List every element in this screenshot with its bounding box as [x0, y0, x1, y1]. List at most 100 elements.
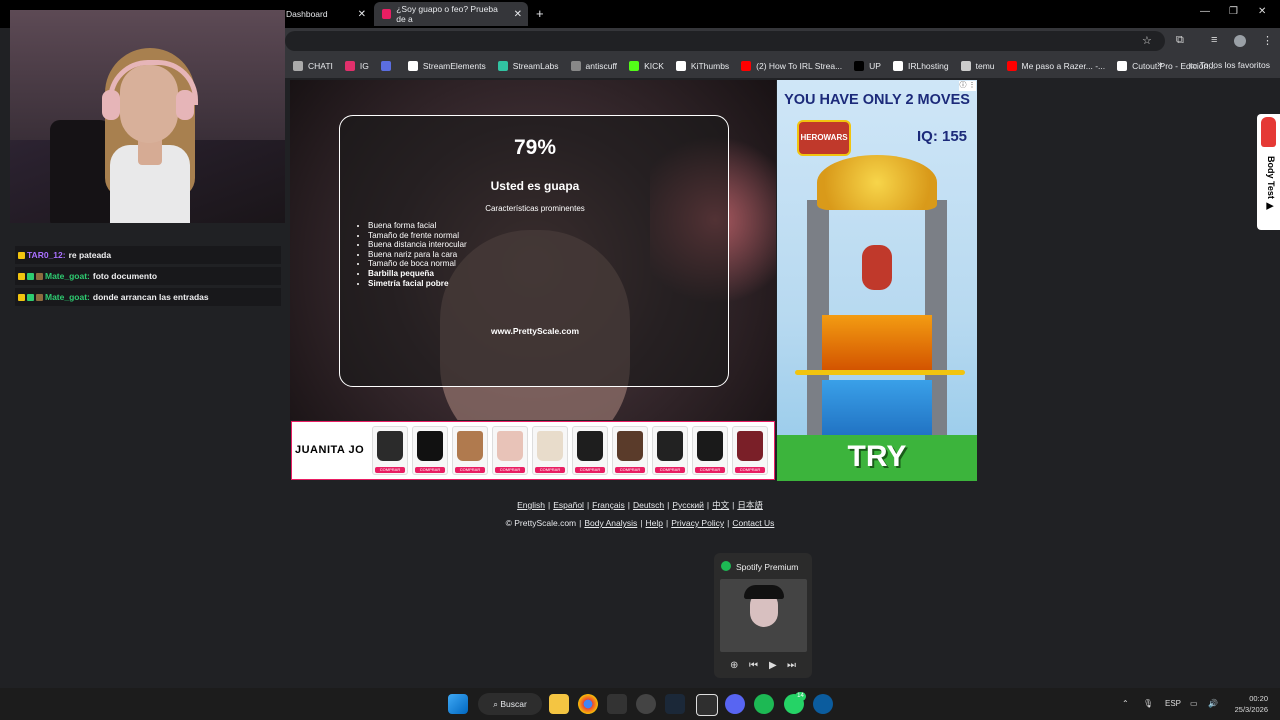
chevron-more-icon[interactable]: » — [1157, 59, 1163, 70]
body-test-widget[interactable]: Body Test ▶ — [1257, 114, 1280, 230]
bookmark-label: CHATI — [308, 61, 333, 71]
bookmark-item[interactable]: temu — [960, 61, 995, 71]
bookmark-icon — [960, 61, 971, 71]
app-c-icon[interactable] — [813, 694, 833, 714]
buy-button[interactable]: COMPRAR — [575, 467, 605, 473]
bookmark-item[interactable]: IRLhosting — [892, 61, 949, 71]
brand-name[interactable]: JUANITA JO — [295, 444, 364, 456]
address-bar[interactable] — [285, 31, 1165, 51]
previous-icon[interactable]: ⏮ — [749, 660, 758, 671]
capcut-icon[interactable] — [607, 694, 627, 714]
microphone-icon[interactable]: 🎙 — [1143, 699, 1153, 708]
language-link[interactable]: Español — [553, 500, 584, 510]
steam-icon[interactable] — [665, 694, 685, 714]
bookmark-item[interactable]: IG — [344, 61, 369, 71]
buy-button[interactable]: COMPRAR — [655, 467, 685, 473]
discord-icon[interactable] — [725, 694, 745, 714]
next-icon[interactable]: ⏭ — [787, 660, 796, 671]
product-card[interactable]: COMPRAR — [452, 426, 488, 475]
spotify-taskbar-icon[interactable] — [754, 694, 774, 714]
chat-username[interactable]: Mate_goat: — [45, 271, 90, 281]
footer-link[interactable]: Body Analysis — [584, 518, 637, 528]
language-link[interactable]: English — [517, 500, 545, 510]
play-icon[interactable]: ▶ — [769, 660, 777, 671]
all-favorites[interactable]: ▭ Todos los favoritos — [1189, 60, 1270, 71]
bookmark-label: IRLhosting — [907, 61, 949, 71]
tab-prettyscale[interactable]: ¿Soy guapo o feo? Prueba de a ✕ — [374, 2, 528, 26]
product-card[interactable]: COMPRAR — [612, 426, 648, 475]
buy-button[interactable]: COMPRAR — [735, 467, 765, 473]
volume-icon[interactable]: 🔊 — [1208, 699, 1218, 708]
bookmark-item[interactable]: Me paso a Razer... -... — [1006, 61, 1105, 71]
extensions-icon[interactable]: ⧉ — [1176, 34, 1184, 47]
footer-link[interactable]: Contact Us — [732, 518, 774, 528]
chat-badge-icon — [18, 251, 25, 259]
buy-button[interactable]: COMPRAR — [695, 467, 725, 473]
add-icon[interactable]: ⊕ — [730, 660, 738, 671]
buy-button[interactable]: COMPRAR — [455, 467, 485, 473]
media-control-icon[interactable]: ≡ — [1211, 34, 1217, 46]
star-icon[interactable]: ☆ — [1142, 34, 1152, 47]
ad-info-icon[interactable]: ⓘ ⋮ — [959, 81, 976, 91]
water-icon — [822, 380, 932, 440]
bookmark-item[interactable]: StreamElements — [407, 61, 486, 71]
close-icon[interactable]: ✕ — [352, 9, 372, 20]
footer-link[interactable]: Help — [646, 518, 663, 528]
taskbar-search[interactable]: ⌕ Buscar — [478, 693, 542, 715]
buy-button[interactable]: COMPRAR — [415, 467, 445, 473]
bookmark-item[interactable]: KICK — [629, 61, 664, 71]
bookmark-item[interactable]: (2) How To IRL Strea... — [741, 61, 842, 71]
buy-button[interactable]: COMPRAR — [535, 467, 565, 473]
profile-avatar[interactable] — [1234, 35, 1246, 47]
ad-try-button[interactable]: TRY — [777, 440, 977, 474]
language-link[interactable]: Français — [592, 500, 625, 510]
tab-dashboard[interactable]: Dashboard ✕ — [286, 2, 372, 26]
bookmark-item[interactable]: StreamLabs — [497, 61, 559, 71]
chat-username[interactable]: Mate_goat: — [45, 292, 90, 302]
buy-button[interactable]: COMPRAR — [615, 467, 645, 473]
file-explorer-icon[interactable] — [549, 694, 569, 714]
language-indicator[interactable]: ESP — [1165, 699, 1181, 708]
language-link[interactable]: 日本語 — [737, 500, 763, 510]
bookmark-item[interactable]: KiThumbs — [675, 61, 729, 71]
product-card[interactable]: COMPRAR — [532, 426, 568, 475]
buy-button[interactable]: COMPRAR — [495, 467, 525, 473]
windows-start-icon[interactable] — [448, 694, 468, 714]
bookmark-item[interactable] — [380, 61, 396, 71]
bookmark-item[interactable]: antiscuff — [570, 61, 617, 71]
new-tab-button[interactable]: + — [536, 6, 544, 21]
product-card[interactable]: COMPRAR — [652, 426, 688, 475]
epic-games-icon[interactable] — [696, 694, 718, 716]
footer-links: © PrettyScale.com | Body Analysis | Help | Pri… — [505, 518, 775, 528]
bookmark-item[interactable]: CHATI — [293, 61, 333, 71]
bookmark-label: StreamLabs — [512, 61, 559, 71]
chevron-up-icon[interactable]: ⌃ — [1122, 699, 1129, 708]
close-icon[interactable]: ✕ — [508, 9, 528, 20]
buy-button[interactable]: COMPRAR — [375, 467, 405, 473]
chat-username[interactable]: TAR0_12: — [27, 250, 66, 260]
bookmark-item[interactable]: UP — [854, 61, 881, 71]
chat-badge-icon — [36, 293, 43, 301]
product-card[interactable]: COMPRAR — [492, 426, 528, 475]
spotify-title: Spotify Premium — [736, 562, 799, 572]
product-card[interactable]: COMPRAR — [692, 426, 728, 475]
minimize-icon[interactable]: — — [1200, 6, 1210, 17]
product-card[interactable]: COMPRAR — [372, 426, 408, 475]
product-card[interactable]: COMPRAR — [732, 426, 768, 475]
spotify-miniplayer[interactable]: Spotify Premium ⊕ ⏮ ▶ ⏭ — [714, 553, 812, 678]
language-link[interactable]: 中文 — [712, 500, 729, 510]
close-window-icon[interactable]: ✕ — [1258, 6, 1266, 17]
footer-link[interactable]: Privacy Policy — [671, 518, 724, 528]
language-link[interactable]: Deutsch — [633, 500, 664, 510]
menu-icon[interactable]: ⋮ — [1262, 34, 1273, 47]
product-card[interactable]: COMPRAR — [572, 426, 608, 475]
network-icon[interactable]: ▭ — [1190, 699, 1198, 708]
obs-icon[interactable] — [636, 694, 656, 714]
tab-title: Dashboard — [286, 9, 328, 19]
restore-icon[interactable]: ❐ — [1229, 6, 1238, 17]
game-ad[interactable]: YOU HAVE ONLY 2 MOVES HEROWARS IQ: 155 T… — [777, 80, 977, 481]
product-card[interactable]: COMPRAR — [412, 426, 448, 475]
language-link[interactable]: Русский — [672, 500, 704, 510]
clock[interactable]: 00:20 25/3/2026 — [1228, 693, 1268, 715]
chrome-icon[interactable] — [578, 694, 598, 714]
